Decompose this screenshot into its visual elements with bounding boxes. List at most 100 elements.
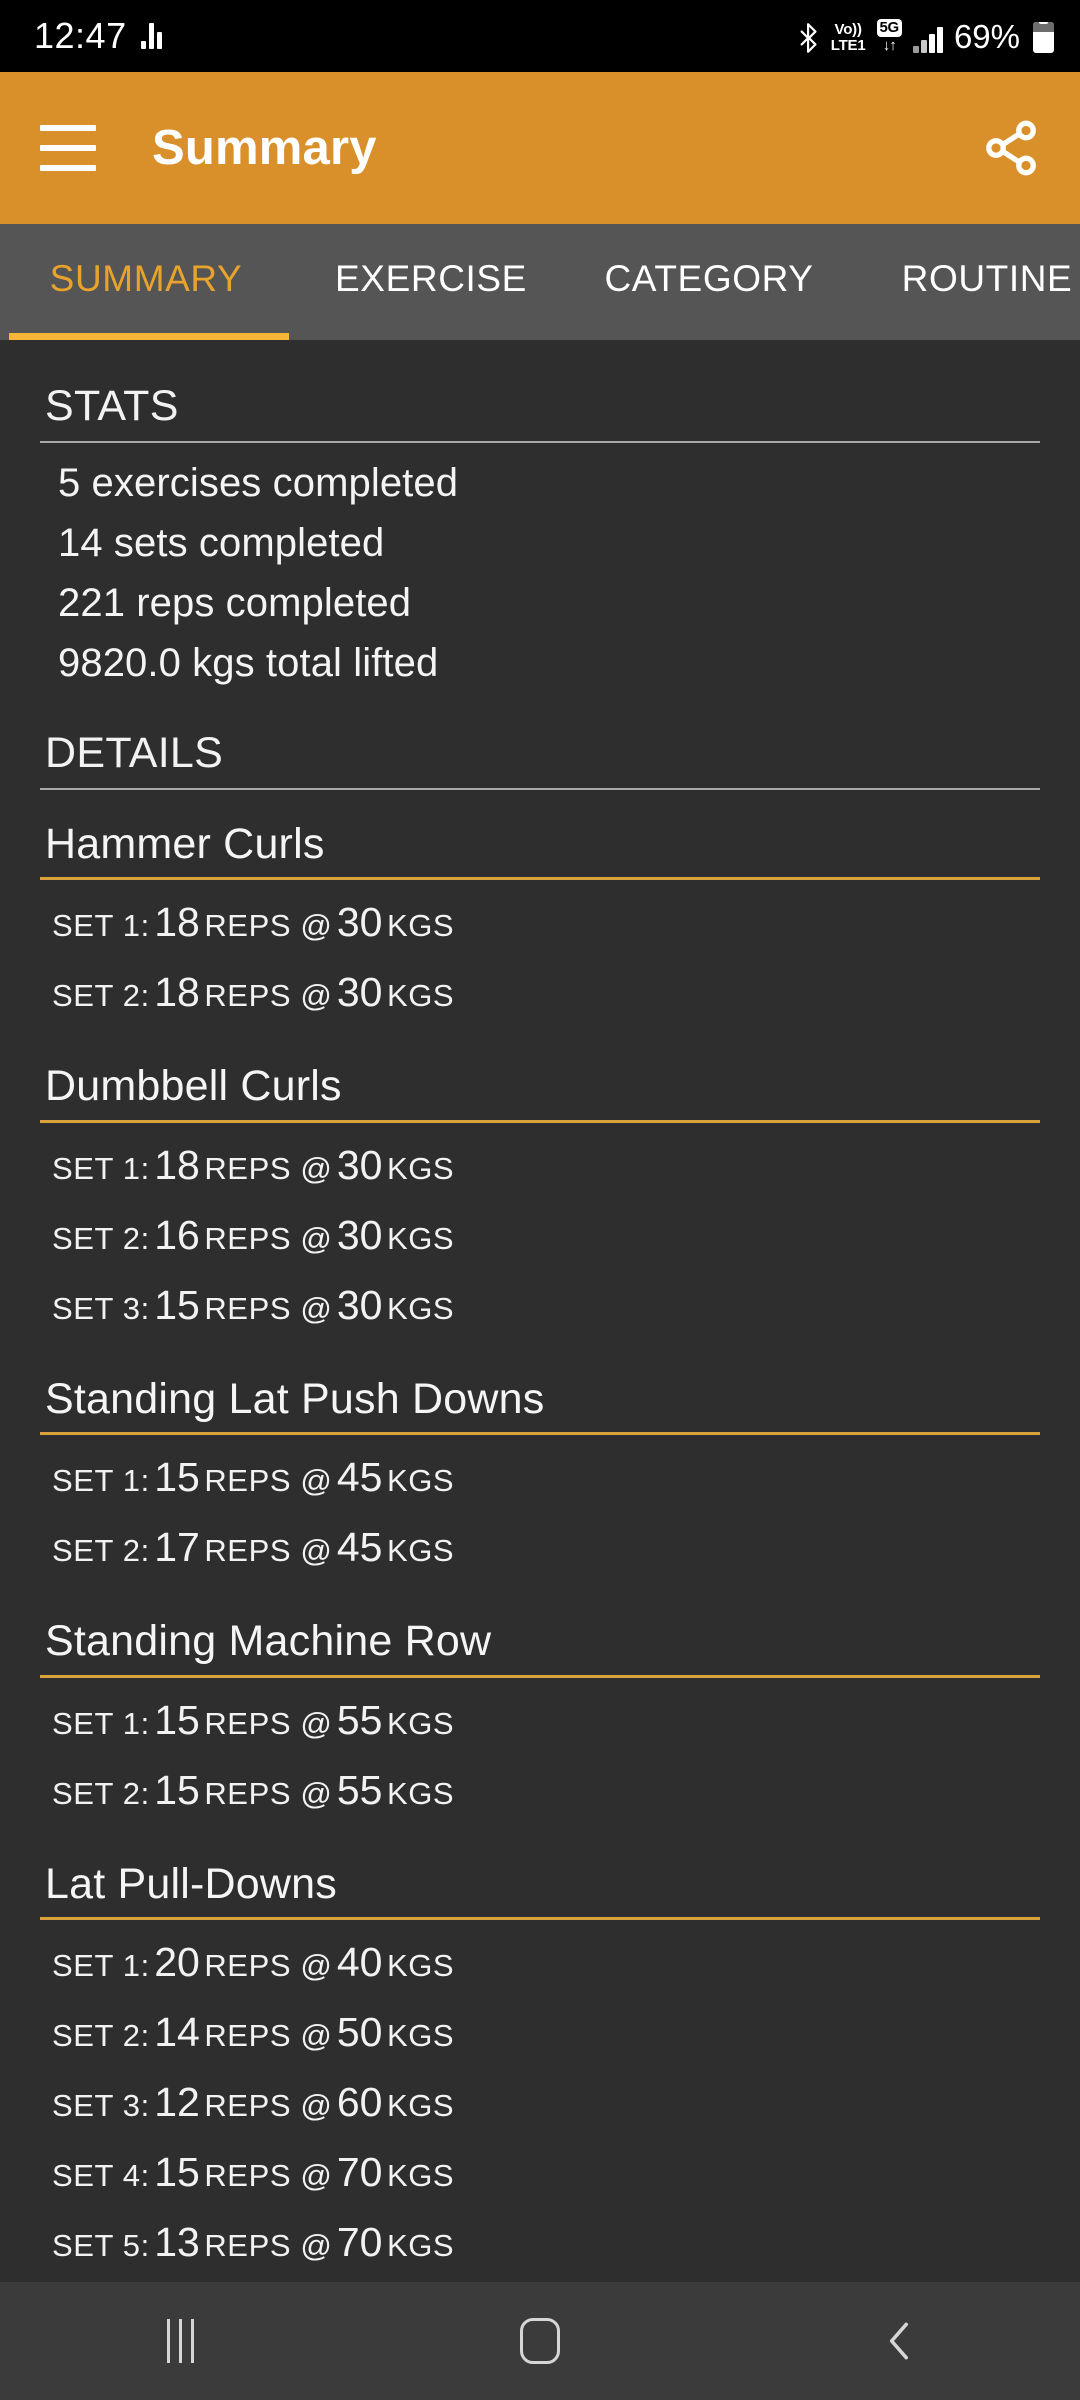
set-row: SET 4: 15 REPS @ 70 KGS: [52, 2142, 1040, 2212]
tab-bar[interactable]: SUMMARY EXERCISE CATEGORY ROUTINE: [0, 224, 1080, 340]
set-list: SET 1: 15 REPS @ 55 KGS SET 2: 15 REPS @ …: [40, 1678, 1040, 1830]
set-label: SET 1:: [52, 1948, 150, 1984]
exercise-block: Lat Pull-Downs SET 1: 20 REPS @ 40 KGS SET…: [40, 1860, 1040, 2282]
stats-section: STATS 5 exercises completed 14 sets comp…: [40, 340, 1040, 693]
set-reps-unit: REPS @: [204, 1463, 333, 1499]
set-weight-unit: KGS: [386, 2088, 455, 2124]
stats-list: 5 exercises completed 14 sets completed …: [40, 443, 1040, 693]
set-row: SET 1: 15 REPS @ 55 KGS: [52, 1690, 1040, 1760]
set-label: SET 2:: [52, 978, 150, 1014]
exercise-list: Hammer Curls SET 1: 18 REPS @ 30 KGS SET 2…: [40, 820, 1040, 2282]
set-weight-value: 45: [336, 1454, 383, 1501]
set-reps-value: 15: [154, 1696, 200, 1743]
set-weight-unit: KGS: [386, 1290, 455, 1326]
exercise-block: Hammer Curls SET 1: 18 REPS @ 30 KGS SET 2…: [40, 820, 1040, 1032]
set-row: SET 2: 16 REPS @ 30 KGS: [52, 1205, 1040, 1275]
set-weight-value: 55: [336, 1696, 383, 1743]
status-bar-right: Vo)) LTE1 5G ↓↑ 69%: [798, 19, 1054, 53]
set-reps-unit: REPS @: [204, 2018, 333, 2054]
set-weight-unit: KGS: [386, 1775, 455, 1811]
details-heading: DETAILS: [45, 729, 224, 777]
signal-bars-icon: [912, 27, 943, 53]
set-weight-value: 40: [336, 1939, 383, 1986]
tab-routine[interactable]: ROUTINE: [848, 224, 1080, 334]
set-weight-unit: KGS: [386, 1220, 455, 1256]
set-reps-value: 15: [154, 2149, 200, 2196]
set-weight-unit: KGS: [386, 978, 455, 1014]
exercise-block: Standing Lat Push Downs SET 1: 15 REPS @ …: [40, 1375, 1040, 1587]
set-reps-value: 14: [154, 2009, 200, 2056]
set-reps-value: 15: [154, 1281, 200, 1328]
set-weight-value: 30: [336, 1211, 383, 1258]
data-arrows-icon: ↓↑: [882, 37, 897, 54]
set-row: SET 1: 15 REPS @ 45 KGS: [52, 1447, 1040, 1517]
set-weight-unit: KGS: [386, 2018, 455, 2054]
set-list: SET 1: 18 REPS @ 30 KGS SET 2: 18 REPS @ …: [40, 880, 1040, 1032]
set-reps-value: 15: [154, 1766, 200, 1813]
set-row: SET 2: 17 REPS @ 45 KGS: [52, 1517, 1040, 1587]
set-row: SET 3: 15 REPS @ 30 KGS: [52, 1275, 1040, 1345]
set-weight-value: 30: [336, 969, 383, 1016]
set-label: SET 1:: [52, 1463, 150, 1499]
set-row: SET 3: 12 REPS @ 60 KGS: [52, 2072, 1040, 2142]
set-weight-value: 30: [336, 899, 383, 946]
set-list: SET 1: 15 REPS @ 45 KGS SET 2: 17 REPS @ …: [40, 1435, 1040, 1587]
set-reps-unit: REPS @: [204, 1705, 333, 1741]
summary-content[interactable]: STATS 5 exercises completed 14 sets comp…: [0, 340, 1080, 2282]
set-weight-value: 70: [336, 2219, 383, 2266]
app-bar: Summary: [0, 72, 1080, 224]
exercise-name: Standing Machine Row: [45, 1617, 492, 1666]
set-label: SET 1:: [52, 1705, 150, 1741]
network-type-indicator: 5G ↓↑: [876, 19, 902, 54]
set-reps-value: 17: [154, 1524, 200, 1571]
set-reps-unit: REPS @: [204, 978, 333, 1014]
page-title: Summary: [152, 120, 377, 175]
set-reps-unit: REPS @: [204, 2158, 333, 2194]
battery-icon: [1033, 22, 1054, 53]
set-weight-value: 30: [336, 1141, 383, 1188]
set-label: SET 5:: [52, 2228, 150, 2264]
back-icon[interactable]: [830, 2282, 970, 2400]
exercise-name: Dumbbell Curls: [45, 1062, 342, 1111]
set-label: SET 4:: [52, 2158, 150, 2194]
exercise-block: Dumbbell Curls SET 1: 18 REPS @ 30 KGS SET…: [40, 1062, 1040, 1344]
set-weight-value: 30: [336, 1281, 383, 1328]
set-reps-unit: REPS @: [204, 1948, 333, 1984]
set-label: SET 2:: [52, 1220, 150, 1256]
set-label: SET 3:: [52, 2088, 150, 2124]
exercise-name: Standing Lat Push Downs: [45, 1374, 545, 1423]
home-icon[interactable]: [470, 2282, 610, 2400]
tab-exercise[interactable]: EXERCISE: [292, 224, 570, 334]
set-label: SET 2:: [52, 2018, 150, 2054]
set-row: SET 2: 15 REPS @ 55 KGS: [52, 1760, 1040, 1830]
set-row: SET 5: 13 REPS @ 70 KGS: [52, 2212, 1040, 2282]
tab-summary[interactable]: SUMMARY: [0, 224, 292, 334]
set-row: SET 1: 18 REPS @ 30 KGS: [52, 1135, 1040, 1205]
bluetooth-icon: [798, 23, 820, 53]
stat-line: 14 sets completed: [58, 521, 385, 565]
set-reps-value: 18: [154, 1141, 200, 1188]
hamburger-menu-icon[interactable]: [40, 125, 96, 171]
set-label: SET 1:: [52, 908, 150, 944]
set-list: SET 1: 20 REPS @ 40 KGS SET 2: 14 REPS @ …: [40, 1920, 1040, 2282]
equalizer-icon: [140, 23, 162, 49]
set-weight-value: 60: [336, 2079, 383, 2126]
share-icon[interactable]: [976, 113, 1046, 183]
recents-icon[interactable]: [110, 2282, 250, 2400]
set-weight-value: 55: [336, 1766, 383, 1813]
set-reps-value: 13: [154, 2219, 200, 2266]
set-weight-unit: KGS: [386, 908, 455, 944]
set-weight-unit: KGS: [386, 1150, 455, 1186]
network-badge: 5G: [876, 19, 902, 37]
stat-line: 5 exercises completed: [58, 461, 459, 505]
set-weight-value: 70: [336, 2149, 383, 2196]
set-reps-unit: REPS @: [204, 2228, 333, 2264]
tab-category[interactable]: CATEGORY: [570, 224, 848, 334]
set-label: SET 1:: [52, 1150, 150, 1186]
stat-line: 9820.0 kgs total lifted: [58, 641, 439, 685]
exercise-name: Lat Pull-Downs: [45, 1859, 337, 1908]
set-reps-value: 12: [154, 2079, 200, 2126]
status-bar: 12:47 Vo)) LTE1 5G ↓↑ 69%: [0, 0, 1080, 72]
set-row: SET 2: 14 REPS @ 50 KGS: [52, 2002, 1040, 2072]
set-weight-unit: KGS: [386, 2158, 455, 2194]
